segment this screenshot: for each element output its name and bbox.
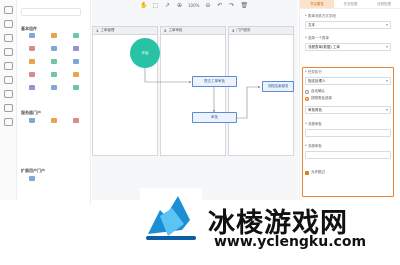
component-icon bbox=[29, 176, 35, 181]
component-icon bbox=[29, 72, 35, 77]
component-icon bbox=[51, 46, 57, 51]
component-item[interactable] bbox=[43, 46, 65, 59]
radio-auto-confirm[interactable]: 自动确认 bbox=[305, 89, 325, 94]
component-icon bbox=[51, 59, 57, 64]
component-icon bbox=[29, 59, 35, 64]
component-item[interactable] bbox=[43, 85, 65, 98]
rail-user-icon[interactable] bbox=[3, 76, 14, 87]
component-item[interactable] bbox=[21, 59, 43, 72]
flow-canvas[interactable]: ✋ ⬚ ↗ ⊕ 100% ⊖ ↶ ↷ 🗑 1 工单管理 2 工单审批 3 门户服… bbox=[92, 0, 298, 200]
component-icon bbox=[51, 118, 57, 123]
role-select[interactable]: 审批角色 bbox=[305, 106, 391, 114]
field1-select[interactable]: 文本 bbox=[305, 21, 391, 29]
component-icon bbox=[51, 72, 57, 77]
rail-flow-icon[interactable] bbox=[3, 34, 14, 45]
connector-approve-to-end bbox=[237, 85, 261, 119]
component-item[interactable] bbox=[65, 46, 87, 59]
rail-home-icon[interactable] bbox=[3, 6, 14, 17]
task-node-submit[interactable]: 提交工单审批 bbox=[192, 76, 237, 87]
field5-input[interactable] bbox=[305, 129, 391, 137]
radio-by-role[interactable]: 按照角色选择 bbox=[305, 96, 332, 101]
flow-connectors bbox=[144, 67, 261, 119]
component-item[interactable] bbox=[21, 176, 43, 189]
watermark-logo-icon bbox=[140, 188, 202, 244]
rail-setting-icon[interactable] bbox=[3, 90, 14, 101]
radio-selected-icon bbox=[305, 96, 309, 101]
start-node[interactable]: 开始 bbox=[130, 38, 160, 68]
component-icon bbox=[51, 33, 57, 38]
component-icon bbox=[73, 118, 79, 123]
component-icon bbox=[73, 33, 79, 38]
component-icon bbox=[29, 85, 35, 90]
field5-label: * 流程审批 bbox=[305, 122, 322, 126]
checkbox-checked-icon bbox=[305, 170, 309, 175]
field6-input[interactable] bbox=[305, 151, 391, 159]
tab-task-config[interactable]: 任务配置 bbox=[334, 0, 368, 8]
property-tabs: 节点属性 任务配置 流程配置 bbox=[300, 0, 400, 9]
component-icon bbox=[73, 59, 79, 64]
component-item[interactable] bbox=[21, 46, 43, 59]
component-item[interactable] bbox=[21, 72, 43, 85]
section-server-title: 服务器门户 bbox=[21, 110, 41, 115]
watermark-url: www.yclengku.com bbox=[214, 234, 367, 250]
component-icon bbox=[29, 46, 35, 51]
extend-component-grid bbox=[21, 176, 87, 189]
component-item[interactable] bbox=[65, 59, 87, 72]
rail-form-icon[interactable] bbox=[3, 20, 14, 31]
property-panel: 节点属性 任务配置 流程配置 * 表单流转方式字段 文本 * 选择一个表单 流程… bbox=[299, 0, 400, 200]
component-icon bbox=[51, 85, 57, 90]
tab-node-properties[interactable]: 节点属性 bbox=[300, 0, 334, 8]
radio-icon bbox=[305, 89, 309, 94]
component-item[interactable] bbox=[21, 85, 43, 98]
component-icon bbox=[29, 118, 35, 123]
server-component-grid bbox=[21, 118, 87, 131]
field3-select[interactable]: 指定处理人 bbox=[305, 77, 391, 85]
field2-select[interactable]: 流程表单(数据) 工单 bbox=[305, 43, 391, 51]
rail-plugin-icon[interactable] bbox=[3, 104, 14, 115]
rail-app-icon[interactable] bbox=[3, 118, 14, 129]
component-icon bbox=[73, 46, 79, 51]
field6-label: * 流程审批 bbox=[305, 144, 322, 148]
component-icon bbox=[73, 85, 79, 90]
component-item[interactable] bbox=[65, 118, 87, 131]
component-item[interactable] bbox=[21, 118, 43, 131]
field1-label: * 表单流转方式字段 bbox=[305, 14, 336, 18]
component-item[interactable] bbox=[65, 33, 87, 46]
component-item[interactable] bbox=[43, 118, 65, 131]
component-item[interactable] bbox=[21, 33, 43, 46]
component-panel: 基本组件 服务器门户 扩展用户门户 bbox=[17, 0, 91, 205]
radio-label: 按照角色选择 bbox=[311, 96, 332, 100]
icon-rail bbox=[0, 0, 17, 200]
component-item[interactable] bbox=[65, 85, 87, 98]
component-item[interactable] bbox=[43, 33, 65, 46]
tab-flow-config[interactable]: 流程配置 bbox=[367, 0, 400, 8]
basic-component-grid bbox=[21, 33, 87, 98]
rail-data-icon[interactable] bbox=[3, 48, 14, 59]
task-node-approve[interactable]: 审批 bbox=[192, 112, 237, 123]
component-icon bbox=[73, 72, 79, 77]
component-item[interactable] bbox=[43, 72, 65, 85]
section-basic-title: 基本组件 bbox=[21, 26, 37, 31]
section-extend-title: 扩展用户门户 bbox=[21, 168, 45, 173]
component-search-input[interactable] bbox=[21, 8, 81, 16]
radio-label: 自动确认 bbox=[311, 89, 325, 93]
component-icon bbox=[29, 33, 35, 38]
checkbox-label: 允许跳过 bbox=[311, 170, 325, 174]
allow-skip-checkbox[interactable]: 允许跳过 bbox=[305, 170, 325, 175]
component-item[interactable] bbox=[43, 59, 65, 72]
rail-report-icon[interactable] bbox=[3, 62, 14, 73]
component-item[interactable] bbox=[65, 72, 87, 85]
connector-start-to-submit bbox=[144, 67, 192, 84]
task-node-end[interactable]: 流程结束服务 bbox=[262, 81, 294, 92]
field3-label: * 任务执行 bbox=[305, 70, 322, 74]
field2-label: * 选择一个表单 bbox=[305, 36, 329, 40]
